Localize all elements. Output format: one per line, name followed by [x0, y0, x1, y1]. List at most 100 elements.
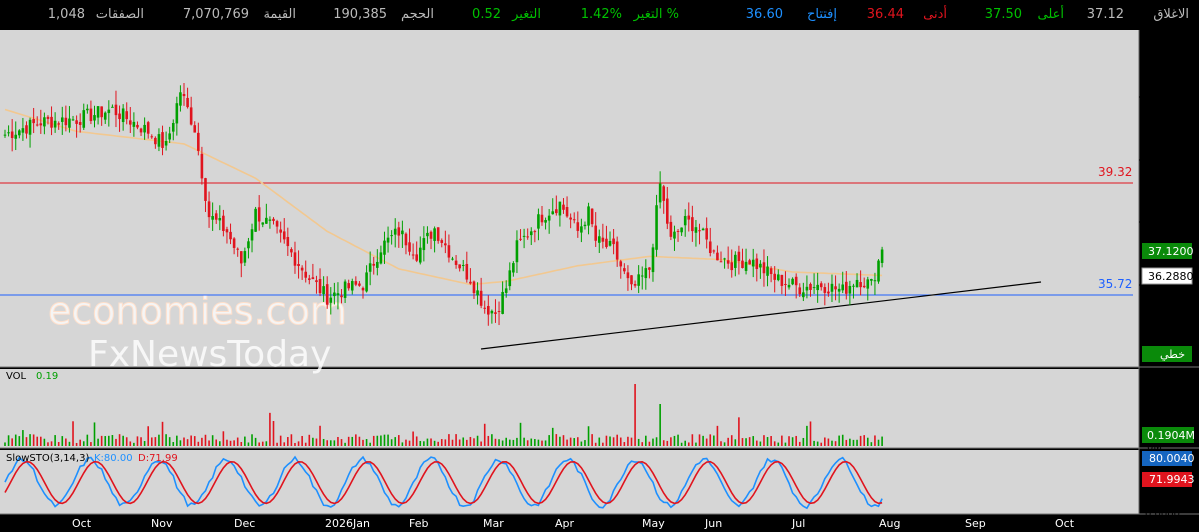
support-label: 35.72 [1098, 277, 1132, 291]
volume-bar [863, 435, 865, 446]
volume-bar [745, 438, 747, 446]
volume-bar [294, 442, 296, 446]
volume-bar [480, 441, 482, 446]
volume-bar [158, 434, 160, 446]
volume-bar [530, 438, 533, 446]
volume-panel[interactable] [0, 369, 1139, 448]
sto-d-tag-text: 71.9943 [1149, 473, 1195, 486]
volume-bar [856, 439, 858, 446]
volume-bar [877, 439, 880, 446]
volume-bar [866, 437, 869, 446]
volume-bar [698, 434, 701, 446]
x-tick-label: Oct [72, 517, 92, 530]
volume-bar [505, 437, 507, 446]
volume-bar [587, 426, 590, 446]
volume-bar [11, 438, 13, 446]
volume-bar [763, 435, 765, 446]
volume-bar [648, 441, 651, 446]
volume-bar [236, 437, 239, 446]
volume-bar [458, 439, 461, 446]
volume-bar [619, 437, 622, 446]
volume-bar [491, 434, 493, 446]
volume-bar [781, 435, 783, 446]
volume-bar [143, 441, 146, 446]
volume-bar [161, 421, 164, 446]
volume-bar [566, 439, 568, 446]
volume-bar [881, 436, 883, 446]
x-tick-label: 2026Jan [325, 517, 370, 530]
volume-bar [390, 439, 393, 446]
volume-bar [68, 441, 71, 446]
volume-bar [154, 437, 157, 446]
volume-bar [347, 436, 350, 446]
volume-bar [652, 438, 654, 446]
volume-bar [448, 434, 450, 446]
trendline-tag-text: خطي [1160, 348, 1185, 361]
volume-bar [72, 421, 74, 446]
stock-chart[interactable]: economies.com FxNewsToday 39.32 35.72 42… [0, 0, 1199, 532]
volume-bar [630, 437, 633, 446]
volume-bar [494, 438, 497, 446]
volume-bar [315, 438, 318, 446]
volume-bar [172, 442, 175, 446]
volume-bar [251, 434, 253, 446]
volume-bar [705, 438, 708, 446]
volume-bar [816, 441, 819, 446]
volume-bar [756, 440, 758, 446]
sto-k-label: K:80.00 [94, 453, 133, 464]
volume-bar [312, 437, 314, 446]
volume-bar [7, 435, 10, 446]
volume-bar [50, 441, 53, 446]
volume-bar [476, 435, 479, 446]
volume-y-tick: 1M [1147, 389, 1164, 402]
volume-bar [845, 439, 848, 446]
volume-bar [115, 438, 117, 446]
volume-bar [398, 435, 400, 446]
x-tick-label: Aug [879, 517, 900, 530]
volume-bar [573, 438, 576, 446]
volume-bar [333, 440, 336, 446]
sto-d-label: D:71.99 [138, 453, 178, 464]
volume-bar [680, 442, 683, 446]
volume-bar [594, 442, 597, 446]
volume-bar [849, 438, 851, 446]
volume-bar [802, 437, 805, 446]
x-tick-label: Feb [409, 517, 428, 530]
volume-bar [415, 436, 418, 446]
volume-bar [666, 440, 669, 446]
volume-bar [408, 440, 411, 446]
volume-bar [662, 440, 665, 446]
volume-bar [394, 437, 397, 446]
x-tick-label: Nov [151, 517, 173, 530]
volume-bar [551, 427, 554, 446]
volume-bar [730, 435, 733, 446]
volume-tag-text: 0.1904M [1147, 429, 1195, 442]
volume-bar [358, 436, 361, 446]
volume-bar [108, 435, 110, 446]
volume-bar [150, 437, 153, 446]
volume-bar [337, 436, 339, 446]
volume-bar [362, 439, 364, 446]
volume-bar [287, 437, 289, 446]
volume-bar [440, 439, 443, 446]
volume-bar [806, 425, 808, 446]
volume-bar [655, 437, 658, 446]
volume-bar [383, 434, 386, 446]
volume-bar [777, 442, 780, 446]
x-tick-label: Dec [234, 517, 255, 530]
volume-bar [423, 441, 425, 446]
volume-bar [645, 435, 647, 446]
volume-bar [240, 441, 243, 446]
volume-bar [827, 438, 830, 446]
volume-bar [605, 435, 608, 446]
volume-bar [57, 442, 60, 446]
volume-bar [659, 404, 661, 446]
volume-bar [219, 441, 221, 446]
volume-bar [791, 437, 794, 446]
volume-bar [483, 423, 486, 446]
volume-bar [569, 437, 572, 446]
volume-bar [233, 440, 235, 446]
volume-bar [591, 434, 593, 446]
volume-bar [376, 435, 379, 446]
volume-bar [176, 435, 178, 446]
